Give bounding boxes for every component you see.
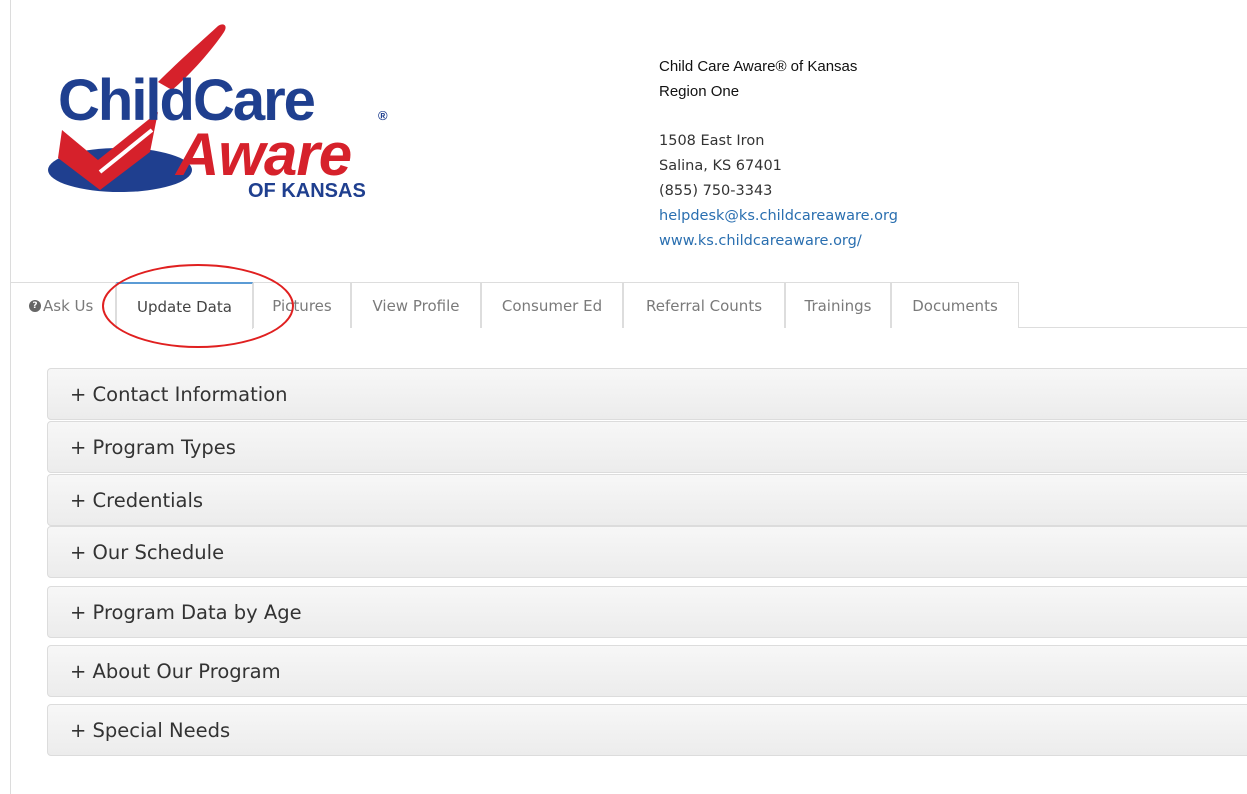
accordion-label: + Contact Information (70, 382, 288, 406)
tab-label: View Profile (372, 296, 460, 315)
org-name: Child Care Aware® of Kansas (659, 58, 858, 75)
tab-ask-us[interactable]: ? Ask Us (11, 282, 116, 328)
accordion-label: + Our Schedule (70, 540, 225, 564)
tab-label: Ask Us (43, 296, 94, 315)
tab-update-data[interactable]: Update Data (116, 282, 253, 329)
tab-label: Pictures (272, 296, 332, 315)
logo-registered-mark: ® (378, 108, 388, 123)
tab-trainings[interactable]: Trainings (785, 282, 891, 328)
accordion-special-needs[interactable]: + Special Needs (47, 704, 1247, 756)
accordion-program-types[interactable]: + Program Types (47, 421, 1247, 473)
contact-spacer (659, 104, 898, 129)
tab-label: Trainings (804, 296, 872, 315)
tab-consumer-ed[interactable]: Consumer Ed (481, 282, 623, 328)
tab-bar: ? Ask Us Update Data Pictures View Profi… (11, 282, 1247, 329)
accordion-about-our-program[interactable]: + About Our Program (47, 645, 1247, 697)
question-circle-icon: ? (29, 299, 41, 312)
contact-block: Child Care Aware® of Kansas Region One 1… (659, 54, 898, 254)
tab-label: Update Data (137, 297, 232, 316)
tab-view-profile[interactable]: View Profile (351, 282, 481, 328)
tab-label: Documents (912, 296, 998, 315)
tab-referral-counts[interactable]: Referral Counts (623, 282, 785, 328)
street-address: 1508 East Iron (659, 133, 765, 149)
tab-documents[interactable]: Documents (891, 282, 1019, 328)
accordion-contact-information[interactable]: + Contact Information (47, 368, 1247, 420)
child-care-aware-logo[interactable]: ChildCare Aware ® OF KANSAS (40, 20, 400, 210)
tab-label: Consumer Ed (501, 296, 603, 315)
region-name: Region One (659, 83, 740, 100)
update-data-panel: + Contact Information + Program Types + … (11, 328, 1247, 794)
accordion-label: + Credentials (70, 488, 204, 512)
email-link[interactable]: helpdesk@ks.childcareaware.org (659, 204, 898, 229)
phone-number: (855) 750-3343 (659, 183, 773, 199)
page: ChildCare Aware ® OF KANSAS Child Care A… (0, 0, 1247, 794)
logo-graphic: ChildCare Aware ® OF KANSAS (48, 24, 388, 202)
tab-pictures[interactable]: Pictures (253, 282, 351, 328)
logo-aware-text: Aware (174, 121, 351, 188)
accordion-label: + Special Needs (70, 718, 231, 742)
city-state-zip: Salina, KS 67401 (659, 158, 782, 174)
accordion-our-schedule[interactable]: + Our Schedule (47, 526, 1247, 578)
accordion-credentials[interactable]: + Credentials (47, 474, 1247, 526)
logo-of-kansas-text: OF KANSAS (248, 180, 366, 202)
website-link[interactable]: www.ks.childcareaware.org/ (659, 229, 898, 254)
accordion-program-data-by-age[interactable]: + Program Data by Age (47, 586, 1247, 638)
tab-label: Referral Counts (645, 296, 763, 315)
accordion-label: + About Our Program (70, 659, 281, 683)
accordion-label: + Program Types (70, 435, 236, 459)
accordion-label: + Program Data by Age (70, 600, 302, 624)
